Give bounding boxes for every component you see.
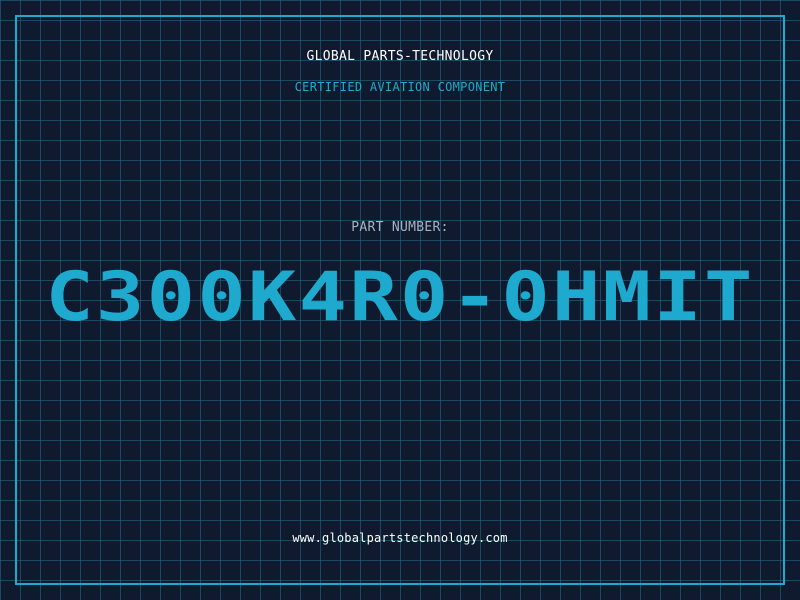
part-card: GLOBAL PARTS-TECHNOLOGY CERTIFIED AVIATI…: [0, 0, 800, 600]
website-link[interactable]: www.globalpartstechnology.com: [0, 531, 800, 545]
company-name: GLOBAL PARTS-TECHNOLOGY: [306, 49, 494, 64]
part-number-value: C300K4R0-0HMIT: [45, 258, 755, 337]
certification-subtitle: CERTIFIED AVIATION COMPONENT: [294, 80, 506, 94]
part-number-label: PART NUMBER:: [351, 220, 449, 235]
